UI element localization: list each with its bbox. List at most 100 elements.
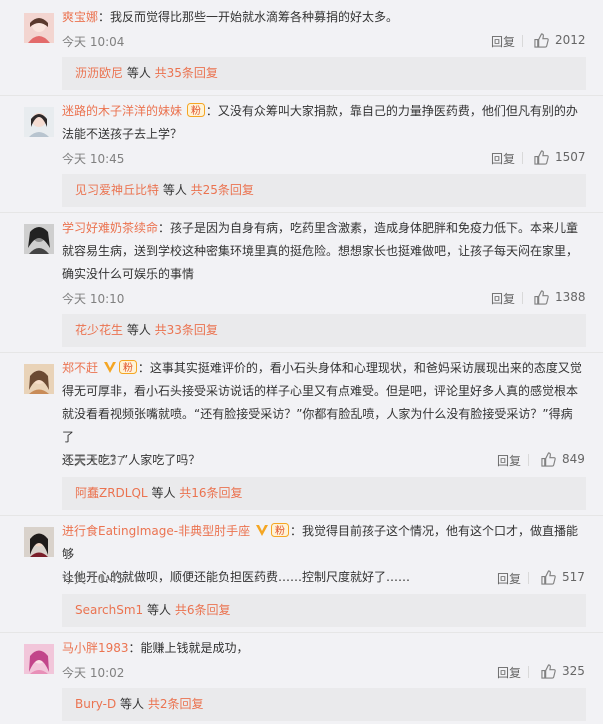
comment-divider — [0, 95, 603, 96]
avatar[interactable] — [24, 527, 54, 557]
comment-body-line-3: 确实没什么可娱乐的事情 — [62, 267, 195, 281]
like-button[interactable]: 325 — [541, 664, 585, 679]
action-separator — [522, 292, 523, 304]
comment-body: ：能赚上钱就是成功， — [128, 641, 249, 655]
comment-body-line-2: 法能不送孩子去上学？ — [62, 127, 183, 141]
comment-divider — [0, 515, 603, 516]
reply-total-link[interactable]: 共35条回复 — [155, 66, 218, 80]
like-button[interactable]: 1507 — [534, 150, 586, 165]
replies-summary[interactable]: 花少花生 等人 共33条回复 — [62, 314, 586, 347]
comment-body-line-2: 就容易生病，送到学校这种密集环境里真的挺危险。想想家长也挺难做吧，让孩子每天闷在… — [62, 244, 579, 258]
like-button[interactable]: 2012 — [534, 33, 586, 48]
reply-total-link[interactable]: 共25条回复 — [191, 183, 254, 197]
like-thumb-icon — [534, 33, 549, 48]
reply-button[interactable]: 回复 — [497, 570, 521, 587]
svg-text:粉: 粉 — [123, 361, 133, 374]
avatar[interactable] — [24, 224, 54, 254]
reply-mid-text: 等人 — [123, 323, 155, 337]
reply-total-link[interactable]: 共2条回复 — [148, 697, 204, 711]
reply-total-link[interactable]: 共16条回复 — [179, 486, 242, 500]
fan-badge-icon: 粉 — [186, 103, 205, 117]
like-button[interactable]: 1388 — [534, 290, 586, 305]
svg-text:粉: 粉 — [275, 524, 285, 537]
comment-username[interactable]: 爽宝娜 — [62, 10, 98, 24]
comment-text: 迷路的木子洋洋的妹妹 粉 ：又没有众筹叫大家捐款，靠自己的力量挣医药费，他们但凡有… — [62, 100, 582, 146]
comment-username[interactable]: 进行食EatingImage-非典型肘手座 — [62, 524, 250, 538]
action-separator — [522, 35, 523, 47]
reply-total-link[interactable]: 共33条回复 — [155, 323, 218, 337]
vip-v-icon — [103, 362, 116, 373]
reply-button[interactable]: 回复 — [497, 452, 521, 469]
comment-body-line-1: ：又没有众筹叫大家捐款，靠自己的力量挣医药费，他们但凡有别的办 — [205, 104, 578, 118]
fan-badge-icon: 粉 — [118, 360, 137, 374]
action-separator — [528, 572, 529, 584]
avatar[interactable] — [24, 644, 54, 674]
comment-time: 今天 10:10 — [62, 292, 125, 306]
comment-divider — [0, 212, 603, 213]
reply-user[interactable]: 花少花生 — [75, 323, 123, 337]
reply-mid-text: 等人 — [116, 697, 148, 711]
comment-username[interactable]: 迷路的木子洋洋的妹妹 — [62, 104, 182, 118]
svg-text:粉: 粉 — [191, 104, 201, 117]
reply-button[interactable]: 回复 — [497, 664, 521, 681]
avatar[interactable] — [24, 364, 54, 394]
comments-page: { "comments": [ { "username": "爽宝娜", "te… — [0, 0, 603, 724]
comment-body-line-1: ：孩子是因为自身有病，吃药里含激素，造成身体肥胖和免疫力低下。本来儿童 — [158, 221, 579, 235]
reply-button[interactable]: 回复 — [491, 33, 515, 50]
comment-body: ：我反而觉得比那些一开始就水滴筹各种募捐的好太多。 — [98, 10, 399, 24]
reply-user[interactable]: 阿蠢ZRDLQL — [75, 486, 148, 500]
comment-time: 今天 10:37 — [62, 454, 125, 468]
reply-mid-text: 等人 — [143, 603, 175, 617]
reply-button[interactable]: 回复 — [491, 150, 515, 167]
replies-summary[interactable]: 见习爱神丘比特 等人 共25条回复 — [62, 174, 586, 207]
comment-time: 今天 10:04 — [62, 35, 125, 49]
like-thumb-icon — [534, 290, 549, 305]
replies-summary[interactable]: Bury-D 等人 共2条回复 — [62, 688, 586, 721]
reply-user[interactable]: 沥沥欧尼 — [75, 66, 123, 80]
reply-mid-text: 等人 — [159, 183, 191, 197]
action-separator — [522, 152, 523, 164]
like-thumb-icon — [534, 150, 549, 165]
comment-username[interactable]: 郑不赶 — [62, 361, 98, 375]
comment-text: 马小胖1983：能赚上钱就是成功， — [62, 637, 582, 660]
action-separator — [528, 454, 529, 466]
comment-divider — [0, 352, 603, 353]
reply-user[interactable]: SearchSm1 — [75, 603, 143, 617]
comment-body-line-2: 得无可厚非，看小石头接受采访说话的样子心里又有点难受。但是吧，评论里好多人真的感… — [62, 384, 579, 398]
like-count: 2012 — [555, 33, 586, 47]
comment-divider — [0, 632, 603, 633]
like-count: 849 — [562, 452, 585, 466]
like-thumb-icon — [541, 452, 556, 467]
comment-username[interactable]: 马小胖1983 — [62, 641, 129, 655]
like-count: 1388 — [555, 290, 586, 304]
reply-mid-text: 等人 — [147, 486, 180, 500]
comment-text: 爽宝娜：我反而觉得比那些一开始就水滴筹各种募捐的好太多。 — [62, 6, 582, 29]
comment-username[interactable]: 学习好难奶茶续命 — [62, 221, 158, 235]
reply-user[interactable]: Bury-D — [75, 697, 116, 711]
like-thumb-icon — [541, 570, 556, 585]
comment-time: 今天 10:45 — [62, 152, 125, 166]
comment-text: 学习好难奶茶续命：孩子是因为自身有病，吃药里含激素，造成身体肥胖和免疫力低下。本… — [62, 217, 582, 286]
like-button[interactable]: 517 — [541, 570, 585, 585]
replies-summary[interactable]: SearchSm1 等人 共6条回复 — [62, 594, 586, 627]
like-count: 517 — [562, 570, 585, 584]
comment-body-line-3: 就没看看视频张嘴就喷。“还有脸接受采访？”你都有脸乱喷，人家为什么没有脸接受采访… — [62, 407, 573, 444]
like-count: 1507 — [555, 150, 586, 164]
like-thumb-icon — [541, 664, 556, 679]
avatar[interactable] — [24, 107, 54, 137]
like-count: 325 — [562, 664, 585, 678]
like-button[interactable]: 849 — [541, 452, 585, 467]
reply-mid-text: 等人 — [123, 66, 155, 80]
comment-time: 今天 10:02 — [62, 666, 125, 680]
reply-button[interactable]: 回复 — [491, 290, 515, 307]
replies-summary[interactable]: 沥沥欧尼 等人 共35条回复 — [62, 57, 586, 90]
replies-summary[interactable]: 阿蠢ZRDLQL 等人 共16条回复 — [62, 477, 586, 510]
comment-body-line-1: ：这事其实挺难评价的，看小石头身体和心理现状，和爸妈采访展现出来的态度又觉 — [137, 361, 582, 375]
action-separator — [528, 666, 529, 678]
avatar[interactable] — [24, 13, 54, 43]
reply-total-link[interactable]: 共6条回复 — [175, 603, 231, 617]
fan-badge-icon: 粉 — [270, 523, 289, 537]
vip-v-icon — [255, 525, 268, 536]
comment-time: 今天 10:45 — [62, 572, 125, 586]
reply-user[interactable]: 见习爱神丘比特 — [75, 183, 159, 197]
